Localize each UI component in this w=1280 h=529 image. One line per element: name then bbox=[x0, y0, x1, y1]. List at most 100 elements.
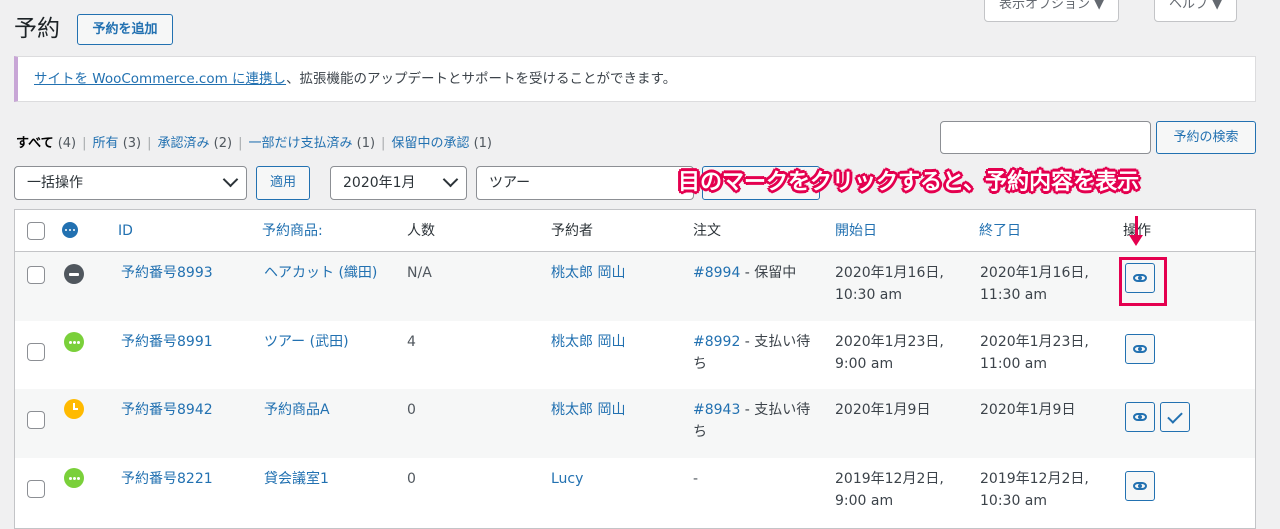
end-date: 2019年12月2日, 10:30 am bbox=[980, 468, 1089, 512]
customer-link[interactable]: 桃太郎 岡山 bbox=[551, 399, 625, 421]
row-checkbox[interactable] bbox=[27, 411, 45, 429]
select-all-checkbox[interactable] bbox=[27, 222, 45, 240]
customer-link[interactable]: Lucy bbox=[551, 468, 583, 490]
confirm-icon bbox=[1167, 408, 1183, 424]
view-booking-button[interactable] bbox=[1125, 471, 1155, 501]
order-status-wrap: ち bbox=[693, 356, 707, 372]
bookings-table: ID 予約商品: 人数 予約者 注文 開始日 終了日 操作 予約番号8993 ヘ… bbox=[14, 209, 1256, 529]
view-icon bbox=[1133, 345, 1147, 353]
persons-value: 0 bbox=[407, 402, 416, 418]
notice-text: 、拡張機能のアップデートとサポートを受けることができます。 bbox=[286, 71, 677, 87]
table-row: 予約番号8991 ツアー (武田) 4 桃太郎 岡山 #8992 - 支払い待ち… bbox=[15, 321, 1255, 389]
order-cell: #8992 - 支払い待ち bbox=[693, 331, 818, 375]
column-product[interactable]: 予約商品: bbox=[262, 220, 323, 242]
view-count: (1) bbox=[356, 136, 376, 151]
view-count: (4) bbox=[57, 136, 77, 151]
column-persons: 人数 bbox=[407, 223, 435, 239]
view-booking-button[interactable] bbox=[1125, 402, 1155, 432]
bulk-action-value: 一括操作 bbox=[27, 175, 83, 191]
start-date: 2020年1月16日, 10:30 am bbox=[835, 262, 944, 306]
view-booking-button[interactable] bbox=[1125, 334, 1155, 364]
booking-search-input[interactable] bbox=[940, 121, 1151, 154]
product-link[interactable]: ツアー (武田) bbox=[264, 331, 349, 353]
view-pending-confirmation[interactable]: 保留中の承認 bbox=[391, 136, 469, 151]
annotation-callout: 目のマークをクリックすると、予約内容を表示 bbox=[678, 170, 1140, 195]
column-customer: 予約者 bbox=[551, 223, 593, 239]
end-date: 2020年1月16日, 11:30 am bbox=[980, 262, 1089, 306]
view-owned[interactable]: 所有 bbox=[93, 136, 119, 151]
product-link[interactable]: ヘアカット (織田) bbox=[264, 262, 377, 284]
booking-id-link[interactable]: 予約番号8993 bbox=[121, 262, 213, 284]
view-icon bbox=[1133, 413, 1147, 421]
column-id[interactable]: ID bbox=[118, 220, 133, 242]
customer-link[interactable]: 桃太郎 岡山 bbox=[551, 262, 625, 284]
order-cell: #8994 - 保留中 bbox=[693, 262, 813, 284]
status-pending-icon bbox=[64, 399, 84, 419]
start-time-line: 9:00 am bbox=[835, 356, 894, 372]
start-date: 2020年1月9日 bbox=[835, 402, 931, 418]
chevron-down-icon bbox=[442, 171, 459, 188]
product-link[interactable]: 予約商品A bbox=[264, 399, 330, 421]
persons-value: N/A bbox=[407, 265, 432, 281]
month-filter-select[interactable]: 2020年1月 bbox=[330, 166, 467, 200]
search-bookings-button[interactable]: 予約の検索 bbox=[1156, 121, 1256, 154]
view-all[interactable]: すべて bbox=[16, 136, 54, 151]
status-confirmed-icon bbox=[64, 468, 84, 488]
row-checkbox[interactable] bbox=[27, 266, 45, 284]
help-tab[interactable]: ヘルプ ▼ bbox=[1154, 0, 1238, 22]
end-time-line: 11:00 am bbox=[980, 356, 1048, 372]
table-row: 予約番号8942 予約商品A 0 桃太郎 岡山 #8943 - 支払い待ち 20… bbox=[15, 389, 1255, 458]
row-checkbox[interactable] bbox=[27, 480, 45, 498]
status-confirmed-icon bbox=[64, 332, 84, 352]
product-filter-value: ツアー bbox=[489, 175, 531, 191]
end-date-line: 2019年12月2日, bbox=[980, 471, 1089, 487]
booking-id-link[interactable]: 予約番号8991 bbox=[121, 331, 213, 353]
column-start-date[interactable]: 開始日 bbox=[835, 220, 877, 242]
start-date: 2020年1月23日, 9:00 am bbox=[835, 331, 944, 375]
confirm-booking-button[interactable] bbox=[1160, 402, 1190, 432]
view-booking-button[interactable] bbox=[1125, 263, 1155, 293]
persons-value: 0 bbox=[407, 471, 416, 487]
annotation-arrow-head bbox=[1129, 235, 1143, 246]
customer-link[interactable]: 桃太郎 岡山 bbox=[551, 331, 625, 353]
view-icon bbox=[1133, 274, 1147, 282]
view-icon bbox=[1133, 482, 1147, 490]
woocommerce-connect-notice: サイトを WooCommerce.com に連携し、拡張機能のアップデートとサポ… bbox=[14, 56, 1256, 102]
screen-options-tab[interactable]: 表示オプション ▼ bbox=[984, 0, 1120, 22]
start-time-line: 10:30 am bbox=[835, 287, 903, 303]
start-time-line: 9:00 am bbox=[835, 493, 894, 509]
status-column-icon bbox=[62, 222, 78, 238]
booking-id-link[interactable]: 予約番号8942 bbox=[121, 399, 213, 421]
table-row: 予約番号8221 貸会議室1 0 Lucy - 2019年12月2日, 9:00 … bbox=[15, 458, 1255, 528]
status-unpaid-icon bbox=[64, 264, 84, 284]
column-order: 注文 bbox=[693, 223, 721, 239]
connect-link[interactable]: サイトを WooCommerce.com に連携し bbox=[34, 71, 286, 87]
bulk-action-select[interactable]: 一括操作 bbox=[14, 166, 247, 200]
end-date-line: 2020年1月16日, bbox=[980, 265, 1089, 281]
column-end-date[interactable]: 終了日 bbox=[979, 220, 1021, 242]
order-link[interactable]: #8943 bbox=[693, 402, 740, 418]
start-date-line: 2020年1月16日, bbox=[835, 265, 944, 281]
order-link[interactable]: #8992 bbox=[693, 334, 740, 350]
order-link[interactable]: #8994 bbox=[693, 265, 740, 281]
add-booking-button[interactable]: 予約を追加 bbox=[77, 14, 173, 45]
view-confirmed[interactable]: 承認済み bbox=[158, 136, 210, 151]
end-date: 2020年1月9日 bbox=[980, 402, 1076, 418]
view-count: (2) bbox=[213, 136, 233, 151]
view-partially-paid[interactable]: 一部だけ支払済み bbox=[248, 136, 352, 151]
booking-id-link[interactable]: 予約番号8221 bbox=[121, 468, 213, 490]
row-checkbox[interactable] bbox=[27, 343, 45, 361]
start-date-line: 2020年1月23日, bbox=[835, 334, 944, 350]
apply-button[interactable]: 適用 bbox=[256, 166, 310, 200]
status-views: すべて (4) | 所有 (3) | 承認済み (2) | 一部だけ支払済み (1) | 保留中… bbox=[16, 136, 493, 151]
order-status: - bbox=[693, 471, 699, 487]
product-link[interactable]: 貸会議室1 bbox=[264, 468, 329, 490]
product-filter-select[interactable]: ツアー bbox=[476, 166, 694, 200]
end-time-line: 10:30 am bbox=[980, 493, 1048, 509]
month-filter-value: 2020年1月 bbox=[343, 175, 416, 191]
end-time-line: 11:30 am bbox=[980, 287, 1048, 303]
end-date-line: 2020年1月23日, bbox=[980, 334, 1089, 350]
view-count: (1) bbox=[473, 136, 493, 151]
order-status-wrap: ち bbox=[693, 424, 707, 440]
view-count: (3) bbox=[122, 136, 142, 151]
